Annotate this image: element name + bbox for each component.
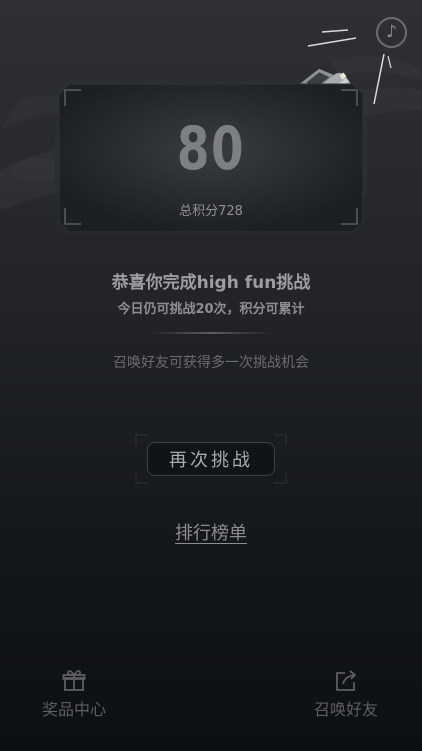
music-note-icon: ♪	[386, 22, 397, 42]
prize-center-button[interactable]: 奖品中心	[29, 668, 119, 720]
score-panel: 80 总积分728	[55, 80, 367, 236]
prize-center-label: 奖品中心	[41, 700, 106, 719]
gift-icon	[62, 670, 86, 691]
leaderboard-link[interactable]: 排行榜单	[175, 523, 247, 544]
invite-friends-label: 召唤好友	[313, 700, 378, 719]
retry-button-frame: 再次挑战	[134, 433, 288, 485]
score-value: 80	[176, 114, 246, 184]
total-points-label: 总积分728	[179, 204, 243, 219]
retry-challenge-button[interactable]: 再次挑战	[147, 442, 275, 476]
congrats-message: 恭喜你完成high fun挑战	[111, 273, 311, 293]
leaderboard-link-wrapper: 排行榜单	[0, 519, 422, 545]
invite-hint-text: 召唤好友可获得多一次挑战机会	[113, 355, 309, 371]
invite-friends-button[interactable]: 召唤好友	[301, 668, 391, 720]
divider	[150, 332, 272, 334]
music-toggle-button[interactable]: ♪	[376, 17, 407, 48]
share-icon	[336, 670, 357, 691]
remaining-attempts-text: 今日仍可挑战20次，积分可累计	[117, 302, 305, 317]
